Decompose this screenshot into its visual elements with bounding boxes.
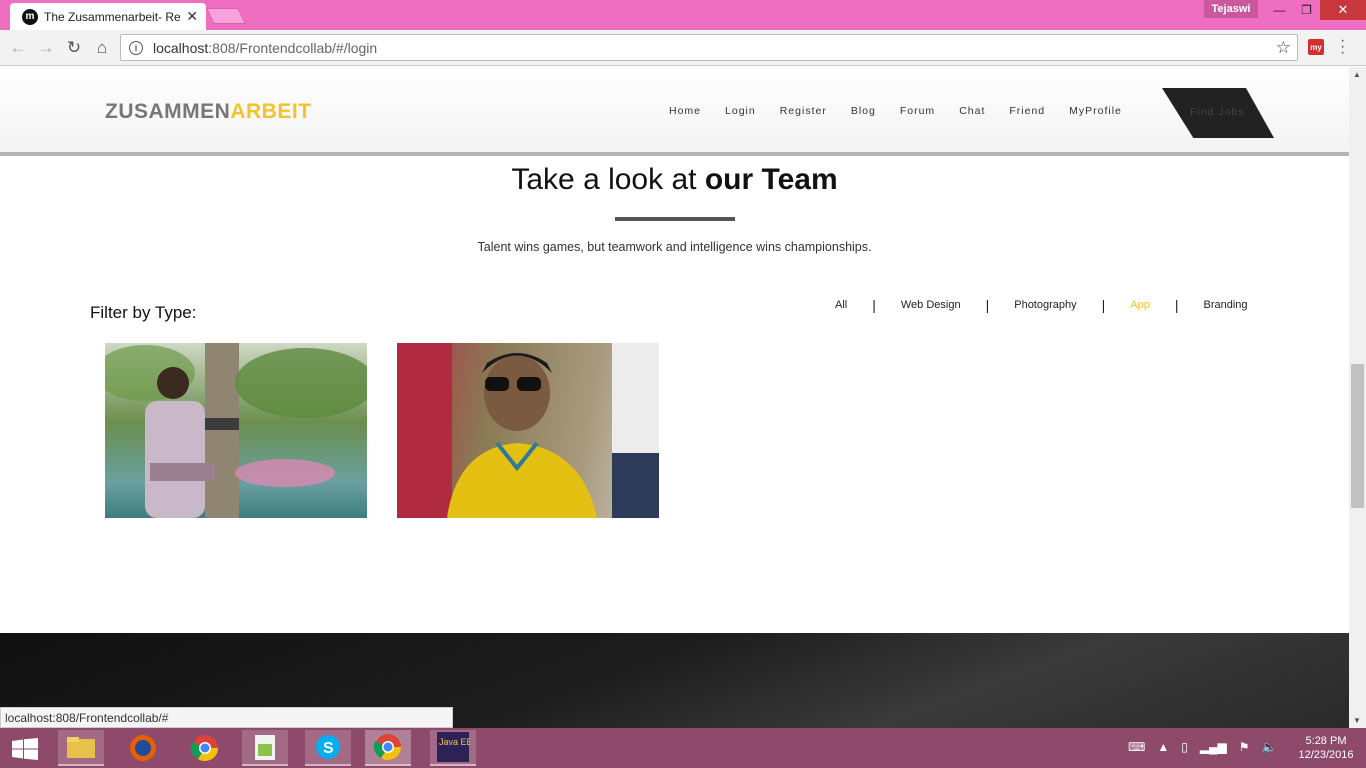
site-nav: Home Login Register Blog Forum Chat Frie…: [669, 105, 1146, 117]
filter-branding[interactable]: Branding: [1190, 299, 1260, 311]
tray-expand-icon[interactable]: ▲: [1157, 740, 1169, 754]
find-jobs-button[interactable]: Find Jobs: [1162, 88, 1274, 138]
scroll-down-icon[interactable]: ▼: [1353, 716, 1361, 725]
new-tab-button[interactable]: [206, 8, 246, 24]
scroll-up-icon[interactable]: ▲: [1353, 70, 1361, 79]
browser-toolbar: ← → ↻ ⌂ i localhost:808/Frontendcollab/#…: [0, 30, 1366, 66]
tab-title: The Zusammenarbeit- Re: [44, 9, 180, 24]
svg-text:S: S: [323, 740, 334, 757]
skype-icon[interactable]: S: [305, 730, 351, 766]
window-controls: — ❐ ✕: [1266, 0, 1366, 20]
forward-arrow-icon[interactable]: →: [34, 36, 58, 60]
battery-icon[interactable]: ▯: [1181, 740, 1188, 754]
address-bar[interactable]: i localhost:808/Frontendcollab/#/login ☆: [120, 34, 1298, 61]
filter-web-design[interactable]: Web Design: [888, 299, 974, 311]
filter-photography[interactable]: Photography: [1001, 299, 1089, 311]
filter-separator: |: [1101, 297, 1106, 313]
file-explorer-icon[interactable]: [58, 730, 104, 766]
nav-forum[interactable]: Forum: [900, 105, 935, 117]
notepad-plus-plus-icon[interactable]: [242, 730, 288, 766]
info-icon[interactable]: i: [129, 40, 143, 55]
section-title: Take a look at our Team: [511, 163, 838, 196]
filter-bar: All | Web Design | Photography | App | B…: [822, 297, 1261, 313]
minimize-icon[interactable]: —: [1266, 0, 1293, 20]
nav-friend[interactable]: Friend: [1009, 105, 1045, 117]
windows-taskbar: S Java EE IDE ⌨ ▲ ▯ ▂▄▆ ⚑ 🔈 5:28 PM 12/2…: [0, 728, 1366, 768]
page-scrollbar[interactable]: ▲ ▼: [1349, 67, 1366, 728]
site-logo[interactable]: ZUSAMMENARBEIT: [105, 100, 312, 124]
clock-time: 5:28 PM: [1305, 735, 1347, 747]
section-tagline: Talent wins games, but teamwork and inte…: [477, 240, 872, 254]
keyboard-icon[interactable]: ⌨: [1128, 740, 1145, 754]
nav-chat[interactable]: Chat: [959, 105, 985, 117]
profile-user-badge[interactable]: Tejaswi: [1204, 0, 1258, 18]
title-divider: [615, 217, 735, 221]
chrome-active-icon[interactable]: [365, 730, 411, 766]
url-text: localhost:808/Frontendcollab/#/login: [153, 39, 378, 56]
nav-myprofile[interactable]: MyProfile: [1069, 105, 1122, 117]
nav-register[interactable]: Register: [780, 105, 827, 117]
chrome-icon[interactable]: [182, 730, 228, 766]
signal-icon[interactable]: ▂▄▆: [1200, 740, 1227, 754]
browser-titlebar: m The Zusammenarbeit- Re ✕ Tejaswi — ❐ ✕: [0, 0, 1366, 30]
home-icon[interactable]: ⌂: [90, 36, 114, 60]
site-header: ZUSAMMENARBEIT Home Login Register Blog …: [0, 67, 1349, 156]
site-favicon-icon: m: [22, 8, 38, 25]
team-photo-1[interactable]: [105, 343, 367, 518]
find-jobs-label: Find Jobs: [1190, 106, 1245, 118]
team-photo-2[interactable]: [397, 343, 659, 518]
nav-login[interactable]: Login: [725, 105, 756, 117]
flag-icon[interactable]: ⚑: [1239, 740, 1250, 754]
browser-tab[interactable]: m The Zusammenarbeit- Re ✕: [10, 3, 206, 30]
browser-menu-icon[interactable]: · · ·: [1340, 33, 1345, 61]
extension-icon[interactable]: my: [1308, 39, 1324, 55]
firefox-icon[interactable]: [120, 730, 166, 766]
windows-start-icon[interactable]: [12, 738, 38, 760]
filter-app[interactable]: App: [1117, 299, 1163, 311]
nav-home[interactable]: Home: [669, 105, 701, 117]
clock-date: 12/23/2016: [1298, 749, 1354, 761]
filter-label: Filter by Type:: [90, 303, 197, 322]
tab-close-icon[interactable]: ✕: [186, 8, 198, 25]
volume-icon[interactable]: 🔈: [1262, 740, 1277, 754]
system-tray: ⌨ ▲ ▯ ▂▄▆ ⚑ 🔈: [1128, 740, 1289, 754]
filter-separator: |: [985, 297, 990, 313]
nav-blog[interactable]: Blog: [851, 105, 876, 117]
filter-all[interactable]: All: [822, 299, 860, 311]
svg-text:Java EE IDE: Java EE IDE: [439, 737, 470, 747]
reload-icon[interactable]: ↻: [62, 36, 86, 60]
bookmark-star-icon[interactable]: ☆: [1276, 38, 1291, 58]
window-close-icon[interactable]: ✕: [1320, 0, 1366, 20]
scrollbar-thumb[interactable]: [1351, 364, 1364, 508]
link-status-bubble: localhost:808/Frontendcollab/#: [0, 707, 453, 728]
taskbar-clock[interactable]: 5:28 PM 12/23/2016: [1296, 734, 1356, 762]
page-viewport: ZUSAMMENARBEIT Home Login Register Blog …: [0, 67, 1349, 728]
filter-separator: |: [1174, 297, 1179, 313]
back-arrow-icon[interactable]: ←: [6, 36, 30, 60]
filter-separator: |: [872, 297, 876, 313]
java-ee-ide-icon[interactable]: Java EE IDE: [430, 730, 476, 766]
restore-icon[interactable]: ❐: [1293, 0, 1320, 20]
